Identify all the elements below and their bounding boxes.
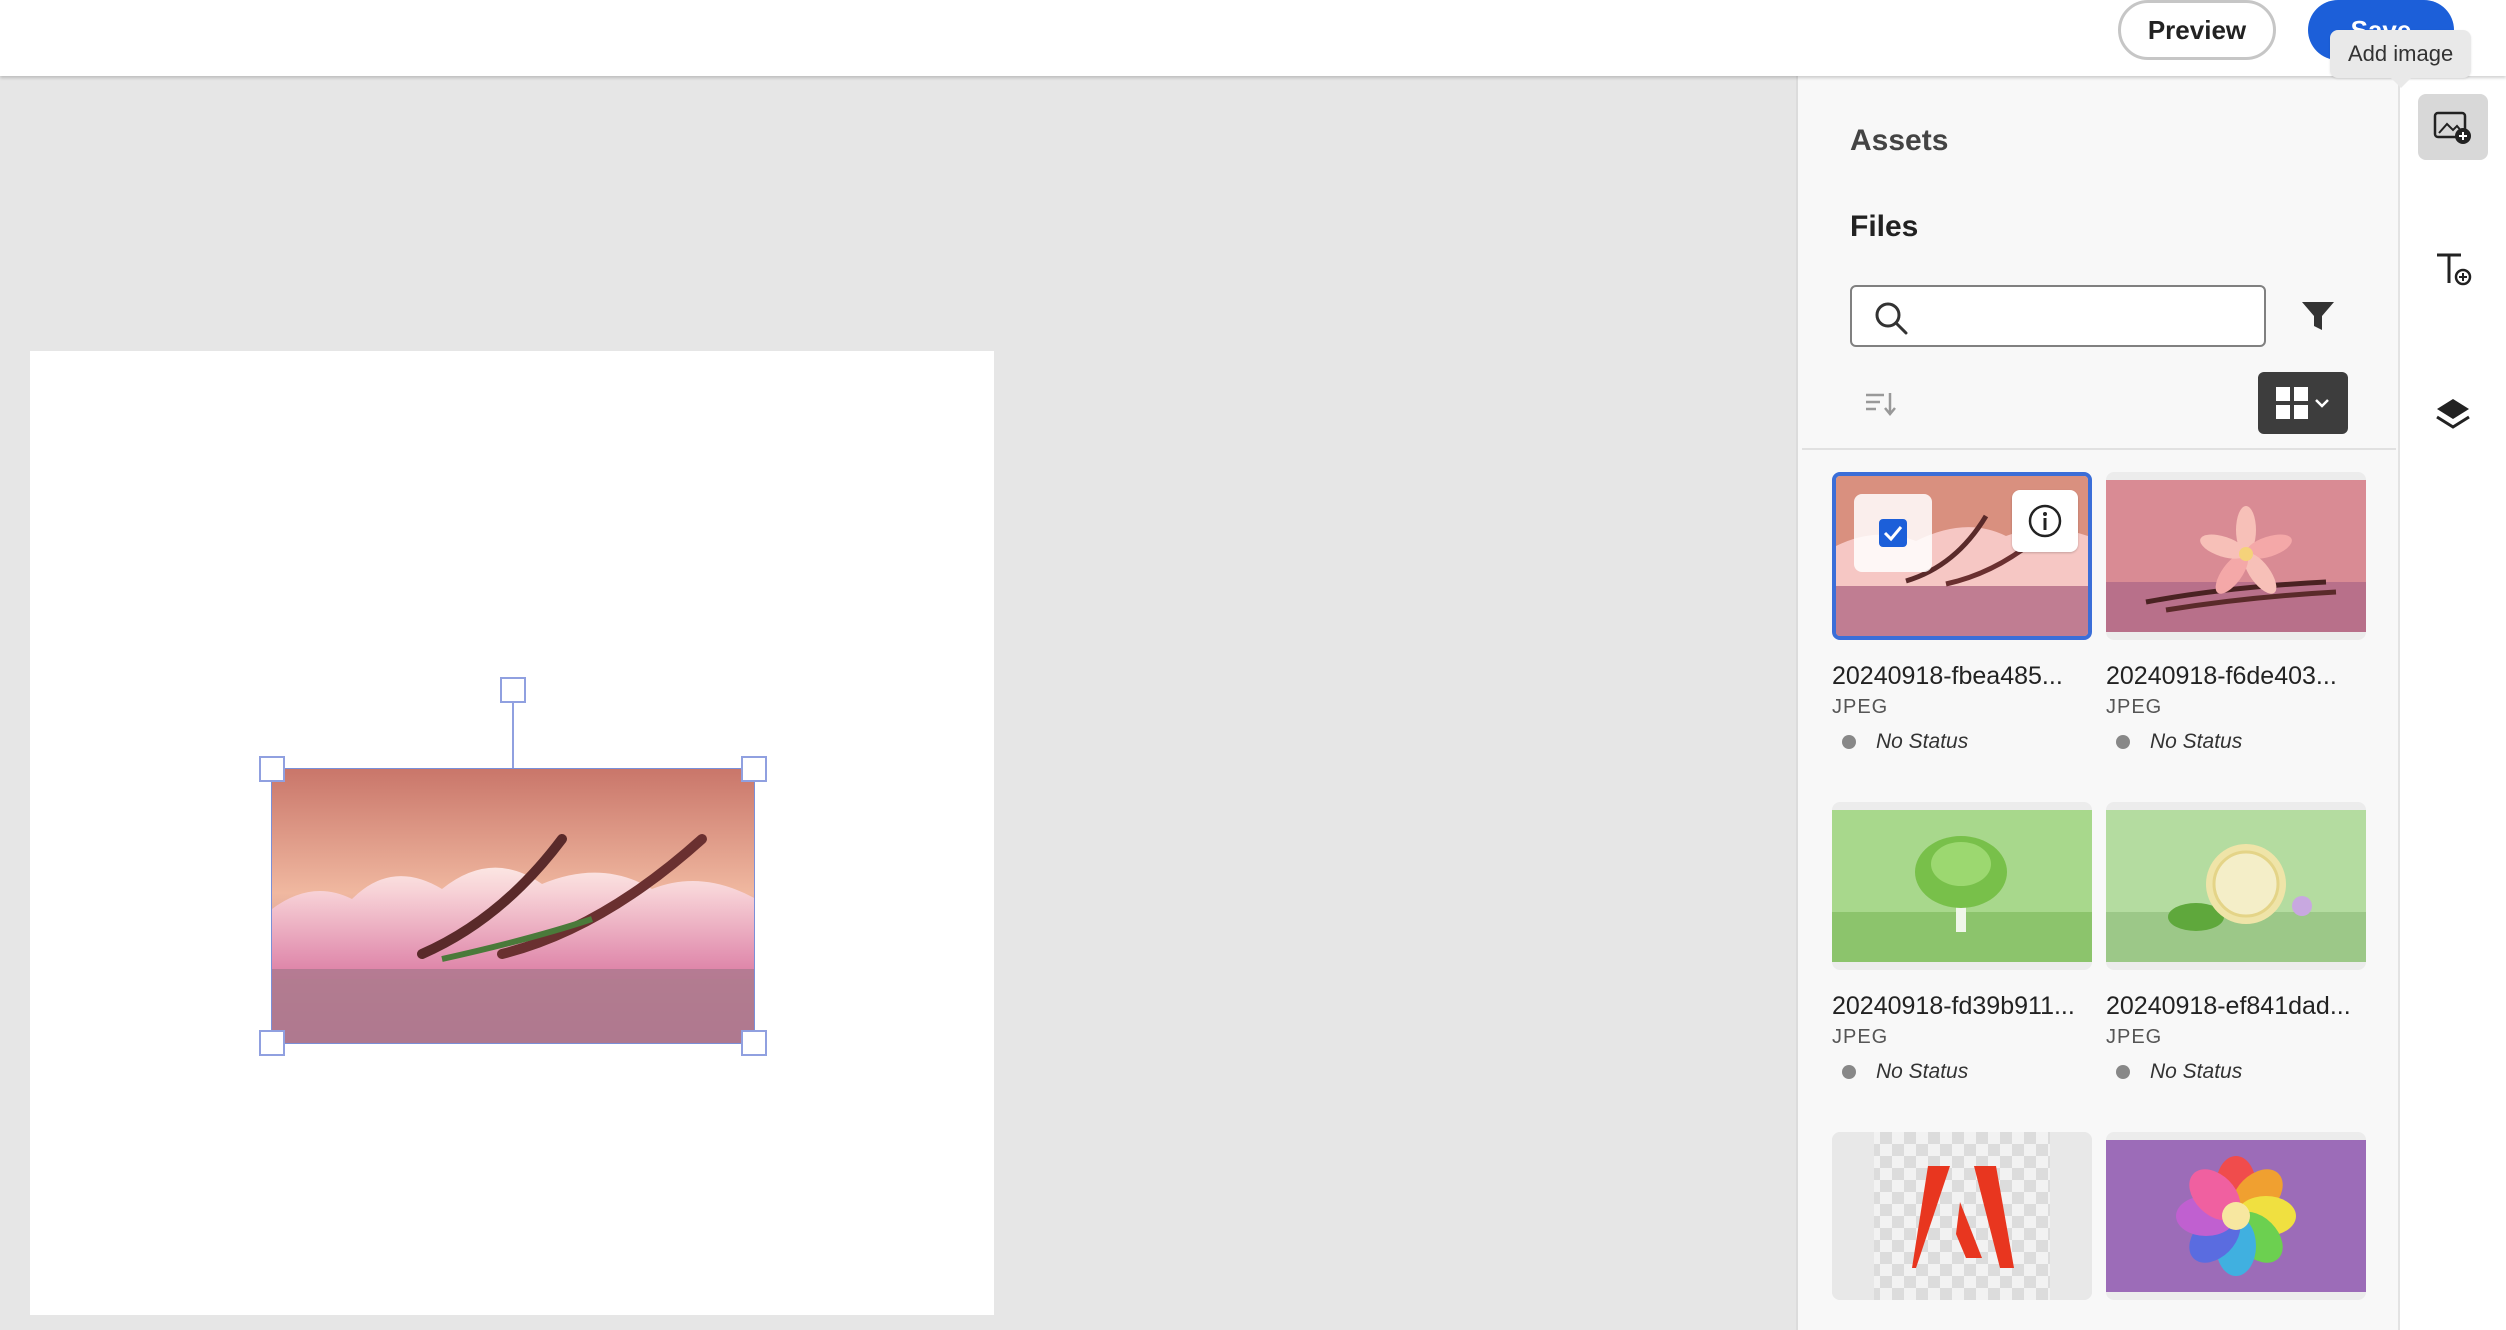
layers-button[interactable] (2418, 382, 2488, 448)
assets-panel: Assets Files 20240918-fbea485... JPEG No… (1796, 76, 2398, 1330)
asset-status: No Status (1842, 1060, 1968, 1084)
status-dot (2116, 1065, 2130, 1079)
add-image-tooltip: Add image (2330, 30, 2472, 88)
info-icon (2028, 504, 2062, 538)
asset-type: JPEG (1832, 696, 1889, 718)
chevron-down-icon (2315, 399, 2329, 408)
select-checkbox[interactable] (1854, 494, 1932, 572)
resize-handle-bottom-right[interactable] (741, 1030, 767, 1056)
asset-thumbnail[interactable] (1832, 802, 2092, 970)
status-dot (1842, 1065, 1856, 1079)
asset-thumbnail[interactable] (1832, 1132, 2092, 1300)
add-image-icon (2433, 111, 2471, 144)
add-text-button[interactable] (2418, 236, 2488, 302)
status-dot (2116, 735, 2130, 749)
top-bar: Preview Save (0, 0, 2506, 76)
rainbow-flower-thumbnail (2106, 1140, 2366, 1292)
status-label: No Status (1876, 730, 1969, 753)
asset-type: JPEG (2106, 696, 2163, 718)
add-text-icon (2437, 253, 2472, 286)
editor-canvas[interactable] (0, 76, 1796, 1330)
status-label: No Status (2150, 1060, 2243, 1083)
asset-name: 20240918-f6de403... (2106, 662, 2337, 690)
asset-status: No Status (2116, 730, 2242, 754)
search-field[interactable] (1850, 285, 2266, 347)
asset-status: No Status (1842, 730, 1968, 754)
vanilla-pods-image (272, 769, 754, 1043)
filter-icon[interactable] (2298, 296, 2338, 336)
sort-icon[interactable] (1864, 387, 1896, 419)
tool-rail (2398, 76, 2506, 1330)
layers-icon (2436, 399, 2470, 429)
search-icon (1875, 302, 1908, 335)
panel-title: Assets (1850, 124, 1949, 157)
files-heading: Files (1850, 210, 1919, 243)
adobe-logo-thumbnail (1832, 1132, 2092, 1300)
checkbox-checked-icon (1879, 519, 1907, 547)
preview-button[interactable]: Preview (2118, 0, 2276, 60)
view-mode-button[interactable] (2258, 372, 2348, 434)
rotate-handle[interactable] (500, 677, 526, 703)
green-tree-thumbnail (1832, 810, 2092, 962)
status-dot (1842, 735, 1856, 749)
grid-view-icon (2276, 387, 2308, 419)
status-label: No Status (1876, 1060, 1969, 1083)
asset-thumbnail[interactable] (1832, 472, 2092, 640)
selected-image[interactable] (271, 768, 755, 1044)
resize-handle-bottom-left[interactable] (259, 1030, 285, 1056)
add-image-button[interactable] (2418, 94, 2488, 160)
resize-handle-top-left[interactable] (259, 756, 285, 782)
resize-handle-top-right[interactable] (741, 756, 767, 782)
asset-type: JPEG (1832, 1026, 1889, 1048)
asset-name: 20240918-fbea485... (1832, 662, 2063, 690)
asset-status: No Status (2116, 1060, 2242, 1084)
asset-name: 20240918-ef841dad... (2106, 992, 2351, 1020)
status-label: No Status (2150, 730, 2243, 753)
panel-divider (1802, 448, 2396, 450)
lemon-slice-thumbnail (2106, 810, 2366, 962)
artboard[interactable] (30, 351, 994, 1315)
vanilla-flower-thumbnail (2106, 480, 2366, 632)
asset-thumbnail[interactable] (2106, 802, 2366, 970)
asset-thumbnail[interactable] (2106, 1132, 2366, 1300)
asset-thumbnail[interactable] (2106, 472, 2366, 640)
asset-name: 20240918-fd39b911... (1832, 992, 2075, 1020)
info-button[interactable] (2012, 490, 2078, 552)
asset-type: JPEG (2106, 1026, 2163, 1048)
